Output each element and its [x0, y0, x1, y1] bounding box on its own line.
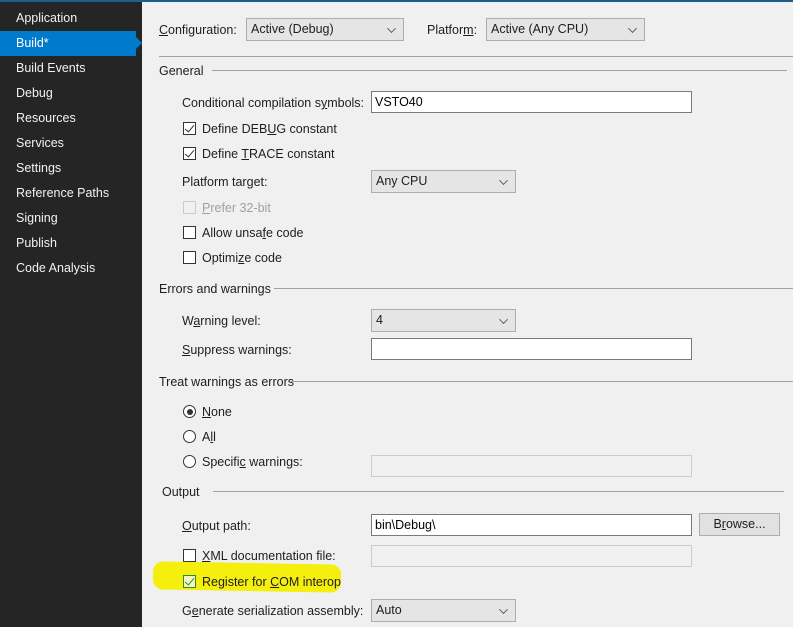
header-divider — [159, 56, 793, 57]
sidebar-item-build[interactable]: Build* — [0, 31, 142, 56]
warning-level-value: 4 — [376, 313, 383, 327]
section-divider — [291, 381, 793, 382]
section-divider — [274, 288, 793, 289]
symbols-label: Conditional compilation symbols: — [182, 96, 365, 110]
platform-target-label: Platform target: — [182, 175, 268, 189]
sidebar-item-debug[interactable]: Debug — [0, 81, 142, 106]
specific-warnings-input[interactable] — [371, 455, 692, 477]
prefer-32bit-label: Prefer 32-bit — [202, 201, 271, 215]
platform-target-dropdown[interactable]: Any CPU — [371, 170, 516, 193]
sidebar-item-services[interactable]: Services — [0, 131, 142, 156]
treat-none-label: None — [202, 405, 232, 419]
build-settings-panel: Configuration: Active (Debug) Platform: … — [142, 0, 793, 627]
chevron-down-icon — [499, 605, 508, 614]
suppress-warnings-label: Suppress warnings: — [182, 343, 292, 357]
sidebar-item-signing[interactable]: Signing — [0, 206, 142, 231]
define-trace-label: Define TRACE constant — [202, 147, 335, 161]
serialization-assembly-dropdown[interactable]: Auto — [371, 599, 516, 622]
define-trace-checkbox[interactable] — [183, 147, 196, 160]
sidebar-item-code-analysis[interactable]: Code Analysis — [0, 256, 142, 281]
prefer-32bit-checkbox[interactable] — [183, 201, 196, 214]
sidebar-item-build-events[interactable]: Build Events — [0, 56, 142, 81]
define-debug-label: Define DEBUG constant — [202, 122, 337, 136]
treat-all-label: All — [202, 430, 216, 444]
window-top-border — [0, 0, 793, 2]
sidebar-item-reference-paths[interactable]: Reference Paths — [0, 181, 142, 206]
xml-documentation-input[interactable] — [371, 545, 692, 567]
register-com-interop-label: Register for COM interop — [202, 575, 341, 589]
section-errors-title: Errors and warnings — [159, 282, 271, 296]
sidebar-nav: Application Build* Build Events Debug Re… — [0, 0, 142, 627]
warning-level-label: Warning level: — [182, 314, 261, 328]
register-com-interop-checkbox[interactable] — [183, 575, 196, 588]
sidebar-item-settings[interactable]: Settings — [0, 156, 142, 181]
chevron-down-icon — [499, 315, 508, 324]
configuration-label: Configuration: — [159, 23, 237, 37]
optimize-code-checkbox[interactable] — [183, 251, 196, 264]
platform-label: Platform: — [427, 23, 478, 37]
treat-none-radio[interactable] — [183, 405, 196, 418]
section-divider — [213, 491, 784, 492]
browse-button[interactable]: Browse... — [699, 513, 780, 536]
section-divider — [212, 70, 787, 71]
sidebar-item-publish[interactable]: Publish — [0, 231, 142, 256]
platform-value: Active (Any CPU) — [491, 22, 589, 36]
platform-dropdown[interactable]: Active (Any CPU) — [486, 18, 645, 41]
configuration-dropdown[interactable]: Active (Debug) — [246, 18, 404, 41]
chevron-down-icon — [387, 24, 396, 33]
define-debug-checkbox[interactable] — [183, 122, 196, 135]
output-path-input[interactable]: bin\Debug\ — [371, 514, 692, 536]
chevron-down-icon — [499, 176, 508, 185]
symbols-input[interactable]: VSTO40 — [371, 91, 692, 113]
platform-target-value: Any CPU — [376, 174, 428, 188]
treat-specific-radio[interactable] — [183, 455, 196, 468]
treat-specific-label: Specific warnings: — [202, 455, 303, 469]
sidebar-item-application[interactable]: Application — [0, 6, 142, 31]
section-general-title: General — [159, 64, 204, 78]
xml-documentation-checkbox[interactable] — [183, 549, 196, 562]
configuration-value: Active (Debug) — [251, 22, 334, 36]
sidebar-item-resources[interactable]: Resources — [0, 106, 142, 131]
section-output-title: Output — [162, 485, 200, 499]
treat-all-radio[interactable] — [183, 430, 196, 443]
serialization-assembly-label: Generate serialization assembly: — [182, 604, 364, 618]
allow-unsafe-label: Allow unsafe code — [202, 226, 304, 240]
serialization-assembly-value: Auto — [376, 603, 402, 617]
allow-unsafe-checkbox[interactable] — [183, 226, 196, 239]
chevron-down-icon — [628, 24, 637, 33]
optimize-code-label: Optimize code — [202, 251, 282, 265]
section-treat-warnings-title: Treat warnings as errors — [159, 375, 294, 389]
suppress-warnings-input[interactable] — [371, 338, 692, 360]
output-path-label: Output path: — [182, 519, 251, 533]
warning-level-dropdown[interactable]: 4 — [371, 309, 516, 332]
